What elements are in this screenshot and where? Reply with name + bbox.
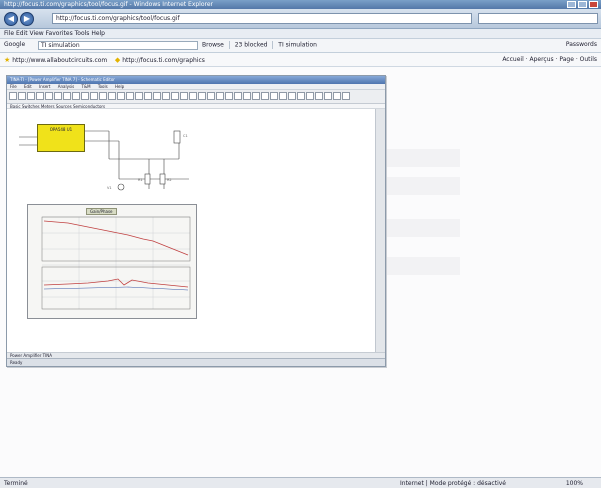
inner-tool-button — [315, 92, 323, 100]
inner-tool-button — [324, 92, 332, 100]
inner-tool-button — [90, 92, 98, 100]
forward-button[interactable]: ▶ — [20, 12, 34, 26]
schematic-canvas: OPA548 U1 R1 R2 C1 V1 Gain/Phase — [9, 119, 374, 349]
command-bar: Accueil · Aperçus · Page · Outils — [502, 56, 597, 63]
inner-tool-button — [306, 92, 314, 100]
inner-tool-button — [216, 92, 224, 100]
inner-tool-button — [162, 92, 170, 100]
inner-menu-help: Help — [114, 84, 125, 89]
google-toolbar: Google TI simulation Browse 23 blocked T… — [0, 39, 601, 53]
inner-tool-button — [18, 92, 26, 100]
inner-tool-button — [180, 92, 188, 100]
menu-items[interactable]: File Edit View Favorites Tools Help — [4, 30, 105, 37]
inner-tool-button — [27, 92, 35, 100]
inner-tool-button — [198, 92, 206, 100]
minimize-button[interactable] — [567, 1, 576, 8]
inner-tool-button — [9, 92, 17, 100]
window-controls — [567, 1, 598, 8]
active-tab[interactable]: http://focus.ti.com/graphics — [122, 57, 205, 64]
inner-tool-button — [135, 92, 143, 100]
inner-tool-button — [54, 92, 62, 100]
gain-phase-plot: Gain/Phase — [27, 204, 197, 319]
home-button[interactable]: Accueil — [502, 56, 523, 63]
inner-tool-button — [108, 92, 116, 100]
close-button[interactable] — [589, 1, 598, 8]
svg-text:R2: R2 — [167, 178, 172, 182]
highlight-simulation-button[interactable]: simulation — [286, 42, 317, 49]
window-title: http://focus.ti.com/graphics/tool/focus.… — [4, 1, 214, 8]
plot-traces — [41, 216, 191, 310]
favorites-bar: ★ http://www.allaboutcircuits.com ◆ http… — [0, 53, 601, 67]
inner-window-title: TINA-TI - [Power Amplifier TINA 7] - Sch… — [7, 76, 385, 84]
inner-tool-button — [261, 92, 269, 100]
inner-tool-button — [171, 92, 179, 100]
inner-toolbar — [7, 90, 385, 104]
inner-tool-button — [45, 92, 53, 100]
url-field[interactable]: http://focus.ti.com/graphics/tool/focus.… — [52, 13, 472, 24]
tools-menu[interactable]: Outils — [580, 56, 597, 63]
inner-tool-button — [72, 92, 80, 100]
tab-icon: ◆ — [114, 56, 121, 64]
inner-tool-button — [153, 92, 161, 100]
favorite-link-1[interactable]: http://www.allaboutcircuits.com — [12, 57, 107, 64]
security-zone[interactable]: Internet | Mode protégé : désactivé — [400, 480, 506, 487]
feeds-button[interactable]: Aperçus — [529, 56, 553, 63]
inner-scrollbar — [375, 109, 385, 354]
inner-menu-tools: Tools — [97, 84, 108, 89]
favorites-star-icon[interactable]: ★ — [4, 56, 10, 64]
browse-button[interactable]: Browse — [202, 42, 224, 49]
menu-bar: File Edit View Favorites Tools Help — [0, 29, 601, 39]
svg-text:C1: C1 — [183, 134, 188, 138]
inner-tool-button — [279, 92, 287, 100]
live-search-field[interactable] — [478, 13, 598, 24]
window-titlebar: http://focus.ti.com/graphics/tool/focus.… — [0, 0, 601, 9]
inner-tool-button — [270, 92, 278, 100]
inner-tool-button — [144, 92, 152, 100]
page-menu[interactable]: Page — [559, 56, 574, 63]
inner-tool-button — [234, 92, 242, 100]
address-bar: ◀ ▶ http://focus.ti.com/graphics/tool/fo… — [0, 9, 601, 29]
inner-menu-insert: Insert — [39, 84, 51, 89]
inner-tool-button — [333, 92, 341, 100]
toolbar-items: Browse 23 blocked TI simulation — [202, 41, 317, 49]
inner-tool-button — [117, 92, 125, 100]
inner-tool-button — [252, 92, 260, 100]
svg-text:R1: R1 — [138, 178, 143, 182]
toolbar-separator — [272, 41, 274, 49]
inner-tool-button — [36, 92, 44, 100]
inner-tool-button — [189, 92, 197, 100]
inner-tool-button — [126, 92, 134, 100]
embedded-screenshot: TINA-TI - [Power Amplifier TINA 7] - Sch… — [6, 75, 386, 367]
back-button[interactable]: ◀ — [4, 12, 18, 26]
inner-tool-button — [225, 92, 233, 100]
inner-tool-button — [63, 92, 71, 100]
inner-tool-button — [99, 92, 107, 100]
inner-tool-button — [342, 92, 350, 100]
inner-tool-button — [288, 92, 296, 100]
inner-tool-button — [243, 92, 251, 100]
status-bar: Terminé Internet | Mode protégé : désact… — [0, 477, 601, 488]
toolbar-separator — [228, 41, 230, 49]
inner-menu-analysis: Analysis — [57, 84, 75, 89]
inner-menu-file: File — [10, 84, 17, 89]
inner-tool-button — [207, 92, 215, 100]
status-text: Terminé — [4, 480, 28, 487]
favorites-left: ★ http://www.allaboutcircuits.com ◆ http… — [4, 56, 205, 64]
inner-menu-edit: Edit — [23, 84, 32, 89]
inner-menu-tm: T&M — [81, 84, 91, 89]
schematic-wires: R1 R2 C1 V1 — [19, 130, 189, 191]
inner-tool-button — [81, 92, 89, 100]
inner-tool-button — [297, 92, 305, 100]
popup-blocked-button[interactable]: 23 blocked — [235, 42, 268, 49]
passwords-button[interactable]: Passwords — [566, 41, 597, 48]
inner-component-tabs: Basic Switches Meters Sources Semiconduc… — [7, 104, 385, 109]
google-logo: Google — [4, 41, 26, 48]
inner-status-bar: Ready — [7, 358, 385, 366]
maximize-button[interactable] — [578, 1, 587, 8]
svg-text:V1: V1 — [107, 186, 112, 190]
highlight-ti-button[interactable]: TI — [278, 42, 283, 49]
google-search-input[interactable]: TI simulation — [38, 41, 198, 50]
zoom-level[interactable]: 100% — [566, 480, 583, 487]
